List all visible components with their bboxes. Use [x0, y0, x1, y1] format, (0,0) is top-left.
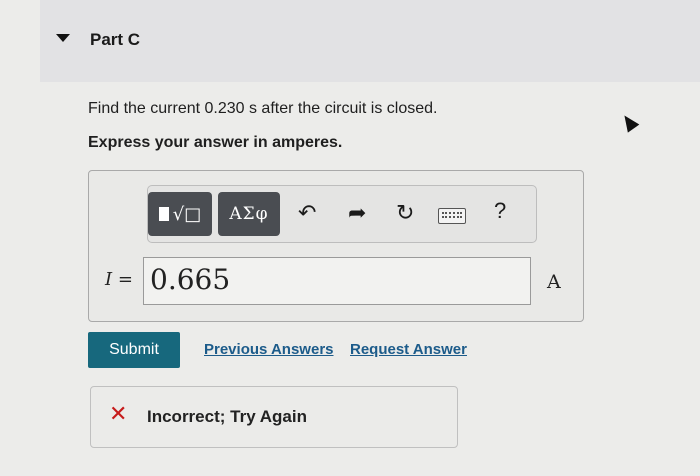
- unit-label: A: [547, 271, 561, 293]
- answer-input[interactable]: 0.665: [143, 257, 531, 305]
- previous-answers-link[interactable]: Previous Answers: [204, 341, 334, 358]
- undo-icon[interactable]: ↶: [298, 200, 316, 228]
- answer-box: √□ ΑΣφ ↶ ➦ ↻ ? I = 0.665 A: [88, 170, 584, 322]
- feedback-text: Incorrect; Try Again: [147, 407, 307, 426]
- template-square-icon: [158, 207, 169, 221]
- templates-icon: √□: [172, 203, 202, 225]
- math-toolbar: √□ ΑΣφ ↶ ➦ ↻ ?: [147, 185, 537, 243]
- collapse-caret-icon[interactable]: [56, 34, 70, 42]
- templates-button[interactable]: √□: [148, 192, 212, 236]
- variable-label: I =: [105, 269, 133, 290]
- greek-symbols-button[interactable]: ΑΣφ: [218, 192, 280, 236]
- incorrect-x-icon: ✕: [109, 401, 128, 426]
- question-text: Find the current 0.230 s after the circu…: [88, 100, 438, 117]
- feedback-box: ✕ Incorrect; Try Again: [90, 386, 458, 448]
- submit-button[interactable]: Submit: [88, 332, 180, 368]
- question-instruction: Express your answer in amperes.: [88, 134, 343, 151]
- variable-name: I: [105, 269, 113, 290]
- mouse-cursor-icon: [618, 111, 640, 133]
- reset-icon[interactable]: ↻: [396, 200, 414, 228]
- help-button[interactable]: ?: [494, 198, 506, 224]
- equals-sign: =: [117, 269, 133, 290]
- redo-icon[interactable]: ➦: [348, 200, 366, 228]
- part-title: Part C: [90, 30, 141, 49]
- keyboard-icon[interactable]: [438, 208, 466, 224]
- request-answer-link[interactable]: Request Answer: [350, 341, 467, 358]
